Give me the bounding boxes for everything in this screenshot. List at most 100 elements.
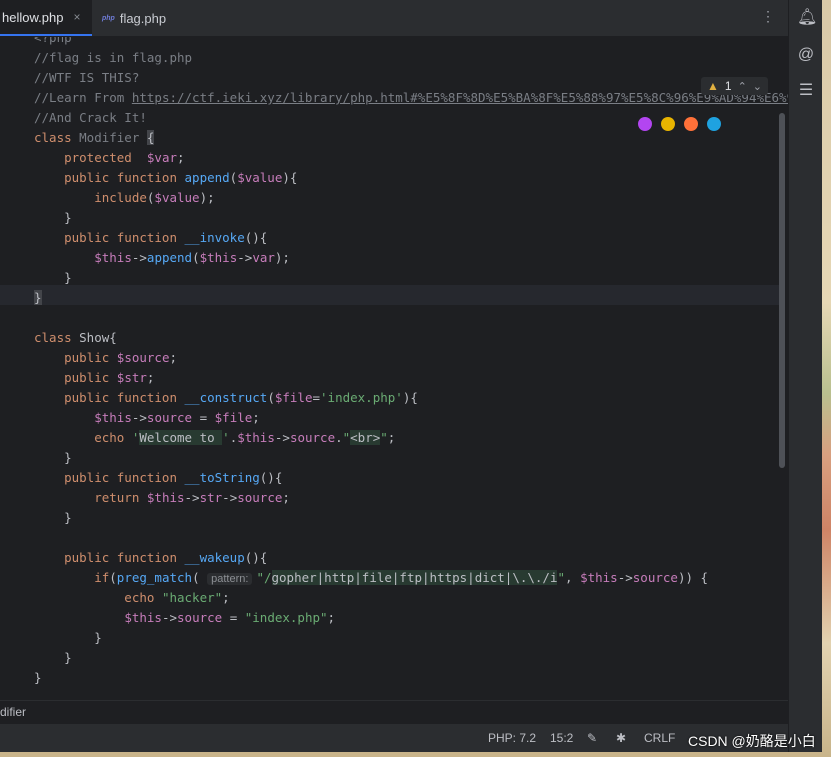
code-token: public (34, 350, 117, 365)
code-token: } (34, 270, 72, 285)
code-token: ; (169, 350, 178, 365)
code-line[interactable]: echo "hacker"; (34, 588, 788, 608)
code-token: source (289, 430, 336, 445)
phpstorm-icon[interactable] (638, 117, 652, 131)
chevron-up-icon[interactable]: ⌃ (738, 80, 747, 93)
code-token: . (335, 430, 343, 445)
code-line[interactable]: public function __invoke(){ (34, 228, 788, 248)
code-token: " (380, 430, 388, 445)
code-line[interactable]: class Show{ (34, 328, 788, 348)
code-token: ; (252, 410, 260, 425)
edge-icon[interactable] (707, 117, 721, 131)
status-bar: PHP: 7.2 15:2 ✎ ✱ CRLF (0, 723, 788, 753)
code-line[interactable]: //WTF IS THIS? (34, 68, 788, 88)
code-line[interactable] (34, 528, 788, 548)
code-line[interactable] (34, 308, 788, 328)
ai-assistant-spiral-icon[interactable]: @ (797, 46, 815, 64)
code-line[interactable]: public function append($value){ (34, 168, 788, 188)
code-token: $this (94, 250, 132, 265)
code-token: append (184, 170, 230, 185)
database-icon[interactable]: ☰ (797, 82, 815, 100)
notifications-bell-icon[interactable]: 🔔︎ (797, 9, 817, 27)
code-line[interactable]: } (34, 648, 788, 668)
code-line[interactable]: public function __construct($file='index… (34, 388, 788, 408)
code-line[interactable]: } (34, 628, 788, 648)
code-line[interactable]: public $source; (34, 348, 788, 368)
code-token[interactable]: https://ctf.ieki.xyz/library/php.html#%E… (132, 90, 788, 105)
code-line[interactable]: $this->append($this->var); (34, 248, 788, 268)
code-token: $str (116, 370, 147, 385)
code-line[interactable]: //Learn From https://ctf.ieki.xyz/librar… (34, 88, 788, 108)
readonly-toggle-icon[interactable]: ✎ (587, 731, 597, 745)
more-options-icon[interactable]: ⋮ (761, 8, 775, 25)
code-line[interactable]: public function __wakeup(){ (34, 548, 788, 568)
editor-gutter (0, 37, 28, 700)
code-token: -> (131, 250, 147, 265)
code-token: public (34, 370, 117, 385)
code-token: } (34, 670, 42, 685)
code-token: //Learn From (34, 90, 132, 105)
firefox-icon[interactable] (684, 117, 698, 131)
code-line[interactable]: } (34, 268, 788, 288)
code-token: "index.php" (244, 610, 328, 625)
breadcrumb-item[interactable]: difier (0, 705, 26, 719)
code-line[interactable]: <?php (34, 37, 788, 48)
code-token: protected (34, 150, 147, 165)
bug-icon[interactable]: ✱ (616, 731, 626, 745)
code-line[interactable]: $this->source = $file; (34, 408, 788, 428)
chrome-icon[interactable] (661, 117, 675, 131)
code-token: $this (146, 490, 185, 505)
code-line[interactable]: include($value); (34, 188, 788, 208)
tab-label: flag.php (119, 10, 167, 26)
code-line[interactable]: echo 'Welcome to '.$this->source."<br>"; (34, 428, 788, 448)
code-token: ); (199, 190, 215, 205)
code-token: )) { (677, 570, 709, 585)
code-token: ; (146, 370, 155, 385)
code-line[interactable]: return $this->str->source; (34, 488, 788, 508)
code-line[interactable]: $this->source = "index.php"; (34, 608, 788, 628)
close-icon[interactable]: × (73, 10, 80, 24)
breadcrumb[interactable]: difier (0, 700, 788, 723)
code-token: source (146, 410, 193, 425)
code-line[interactable]: } (34, 448, 788, 468)
code-token: } (34, 290, 42, 305)
code-token: echo (34, 590, 162, 605)
code-token: $file (274, 390, 313, 405)
code-token: echo (34, 430, 132, 445)
ide-window: hellow.php × php flag.php ⋮ <?php //flag … (0, 0, 788, 757)
code-line[interactable]: } (34, 208, 788, 228)
code-token: -> (184, 490, 200, 505)
code-line[interactable]: public function __toString(){ (34, 468, 788, 488)
code-line[interactable]: protected $var; (34, 148, 788, 168)
code-token: $value (154, 190, 200, 205)
code-line[interactable]: } (34, 508, 788, 528)
code-token: } (34, 210, 72, 225)
php-version-status[interactable]: PHP: 7.2 (488, 731, 536, 745)
code-token: <?php (34, 37, 72, 45)
line-ending-status[interactable]: CRLF (644, 731, 675, 745)
vertical-scrollbar[interactable] (779, 113, 785, 468)
code-line[interactable]: } (34, 288, 788, 308)
caret-position-status[interactable]: 15:2 (550, 731, 573, 745)
tab-flag-php[interactable]: php flag.php (92, 0, 193, 36)
code-line[interactable]: } (34, 668, 788, 688)
code-line[interactable]: //flag is in flag.php (34, 48, 788, 68)
code-token: ){ (282, 170, 298, 185)
warning-count: 1 (724, 79, 732, 93)
code-token: gopher|http|file|ftp|https|dict|\.\./i (271, 570, 558, 585)
code-token: } (34, 510, 72, 525)
code-line[interactable]: public $str; (34, 368, 788, 388)
tab-hellow-php[interactable]: hellow.php × (0, 0, 92, 36)
code-token: ( (192, 570, 208, 585)
inspection-widget[interactable]: ▲ 1 ⌃ ⌄ (700, 77, 768, 95)
chevron-down-icon[interactable]: ⌄ (753, 80, 762, 93)
code-token: ( (192, 250, 200, 265)
code-line[interactable]: if(preg_match( pattern: "/gopher|http|fil… (34, 568, 788, 588)
code-line[interactable]: class Modifier { (34, 128, 788, 148)
code-token: Show{ (79, 330, 117, 345)
code-editor[interactable]: <?php //flag is in flag.php //WTF IS THIS?… (0, 37, 788, 700)
code-token: public function (34, 470, 185, 485)
code-area[interactable]: <?php //flag is in flag.php //WTF IS THIS?… (34, 37, 788, 688)
code-token: __construct (184, 390, 268, 405)
